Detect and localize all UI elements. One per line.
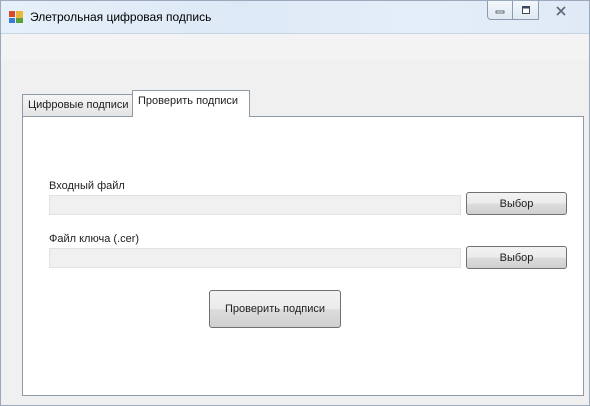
input-file-field[interactable] bbox=[49, 195, 461, 215]
window-title: Элетрольная цифровая подпись bbox=[30, 10, 212, 24]
minimize-button[interactable] bbox=[487, 1, 513, 20]
app-window-icon bbox=[9, 11, 23, 23]
key-file-label: Файл ключа (.cer) bbox=[49, 233, 140, 245]
caption-buttons bbox=[487, 1, 583, 21]
verify-signatures-button[interactable]: Проверить подписи bbox=[209, 290, 341, 328]
tab-verify-signatures[interactable]: Проверить подписи bbox=[132, 90, 250, 117]
input-file-label: Входный файл bbox=[49, 180, 125, 192]
input-file-browse-button[interactable]: Выбор bbox=[466, 192, 567, 215]
key-file-field[interactable] bbox=[49, 248, 461, 268]
title-bar[interactable]: Элетрольная цифровая подпись bbox=[1, 1, 589, 34]
tab-digital-signatures[interactable]: Цифровые подписи bbox=[22, 94, 133, 116]
close-icon bbox=[556, 5, 566, 16]
main-window: Элетрольная цифровая подпись Цифровые по… bbox=[0, 0, 590, 406]
maximize-button[interactable] bbox=[513, 1, 539, 20]
menu-strip bbox=[1, 34, 589, 60]
key-file-browse-button[interactable]: Выбор bbox=[466, 246, 567, 269]
close-button[interactable] bbox=[539, 1, 583, 20]
minimize-icon bbox=[495, 10, 505, 14]
tab-panel-verify: Входный файл Выбор Файл ключа (.cer) Выб… bbox=[22, 116, 584, 396]
maximize-icon bbox=[521, 6, 530, 14]
